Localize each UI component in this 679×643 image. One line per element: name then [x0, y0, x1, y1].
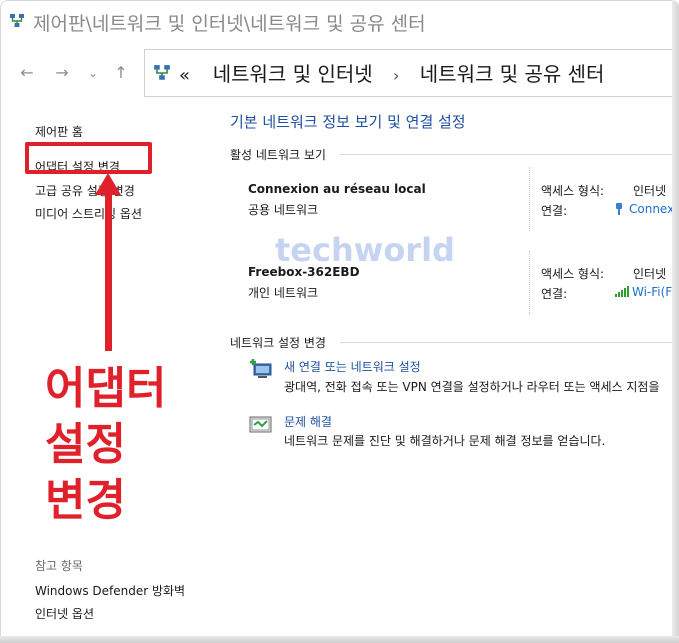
troubleshoot-icon [249, 416, 272, 433]
troubleshoot-description: 네트워크 문제를 진단 및 해결하거나 문제 해결 정보를 얻습니다. [284, 434, 606, 448]
new-connection-link[interactable]: 새 연결 또는 네트워크 설정 [284, 358, 421, 375]
page-title: 기본 네트워크 정보 보기 및 연결 설정 [230, 113, 466, 131]
connection-label: 연결: [541, 204, 568, 218]
see-also-title: 참고 항목 [35, 559, 83, 573]
up-arrow-icon[interactable]: ↑ [109, 61, 133, 85]
breadcrumb-item-sharing-center[interactable]: 네트워크 및 공유 센터 [420, 58, 605, 87]
connection-label: 연결: [541, 287, 568, 301]
ethernet-icon [615, 203, 623, 215]
breadcrumb: « 네트워크 및 인터넷 › 네트워크 및 공유 센터 [179, 58, 604, 87]
annotation-label: 어댑터 설정 변경 [45, 361, 195, 529]
new-connection-description: 광대역, 전화 접속 또는 VPN 연결을 설정하거나 라우터 또는 액세스 지… [284, 380, 660, 394]
see-also-internet-options[interactable]: 인터넷 옵션 [35, 605, 94, 622]
network-type[interactable]: 개인 네트워크 [248, 284, 318, 301]
annotation-line: 변경 [45, 475, 126, 526]
address-bar[interactable]: « 네트워크 및 인터넷 › 네트워크 및 공유 센터 [144, 49, 678, 97]
chevron-down-icon[interactable]: ⌄ [81, 61, 105, 85]
annotation-line: 어댑터 [45, 363, 167, 414]
access-type-value: 인터넷 [633, 267, 667, 281]
navigation-bar: ← → ⌄ ↑ « 네트워크 및 인터넷 › 네트워크 및 공유 센터 [1, 47, 678, 103]
window-title: 제어판\네트워크 및 인터넷\네트워크 및 공유 센터 [33, 13, 426, 35]
highlight-box [25, 142, 152, 174]
back-arrow-icon[interactable]: ← [15, 61, 39, 85]
divider [340, 342, 678, 343]
network-name: Freebox-362EBD [248, 265, 360, 279]
network-type[interactable]: 공용 네트워크 [248, 201, 318, 218]
network-center-icon [154, 65, 170, 80]
forward-arrow-icon[interactable]: → [50, 61, 74, 85]
see-also-firewall[interactable]: Windows Defender 방화벽 [35, 582, 185, 599]
window: 제어판\네트워크 및 인터넷\네트워크 및 공유 센터 ← → ⌄ ↑ « 네트… [0, 0, 679, 643]
breadcrumb-item-network-internet[interactable]: 네트워크 및 인터넷 [213, 58, 373, 87]
access-type-value: 인터넷 [633, 184, 667, 198]
breadcrumb-separator[interactable]: › [393, 66, 399, 85]
watermark: techworld [275, 231, 455, 269]
connection-link[interactable]: Connexio [615, 202, 678, 216]
network-name: Connexion au réseau local [248, 182, 426, 196]
window-shadow [0, 636, 679, 643]
connection-link[interactable]: Wi-Fi(Fre [615, 285, 678, 299]
breadcrumb-overflow[interactable]: « [179, 65, 190, 86]
access-type-label: 액세스 형식: [541, 184, 605, 198]
annotation-line: 설정 [45, 419, 126, 470]
divider [340, 154, 678, 155]
active-networks-heading: 활성 네트워크 보기 [230, 148, 326, 162]
access-type-label: 액세스 형식: [541, 267, 605, 281]
change-settings-heading: 네트워크 설정 변경 [230, 336, 326, 350]
network-center-icon [10, 14, 24, 27]
new-connection-icon [250, 359, 272, 378]
sidebar-item-media-streaming[interactable]: 미디어 스트리밍 옵션 [35, 205, 142, 222]
arrow-shaft [105, 189, 112, 351]
window-shadow [672, 0, 679, 643]
sidebar-item-control-panel-home[interactable]: 제어판 홈 [35, 123, 83, 140]
wifi-signal-icon [615, 286, 629, 297]
divider [529, 167, 530, 231]
troubleshoot-link[interactable]: 문제 해결 [284, 413, 332, 430]
divider [529, 251, 530, 315]
title-bar: 제어판\네트워크 및 인터넷\네트워크 및 공유 센터 [1, 1, 678, 41]
